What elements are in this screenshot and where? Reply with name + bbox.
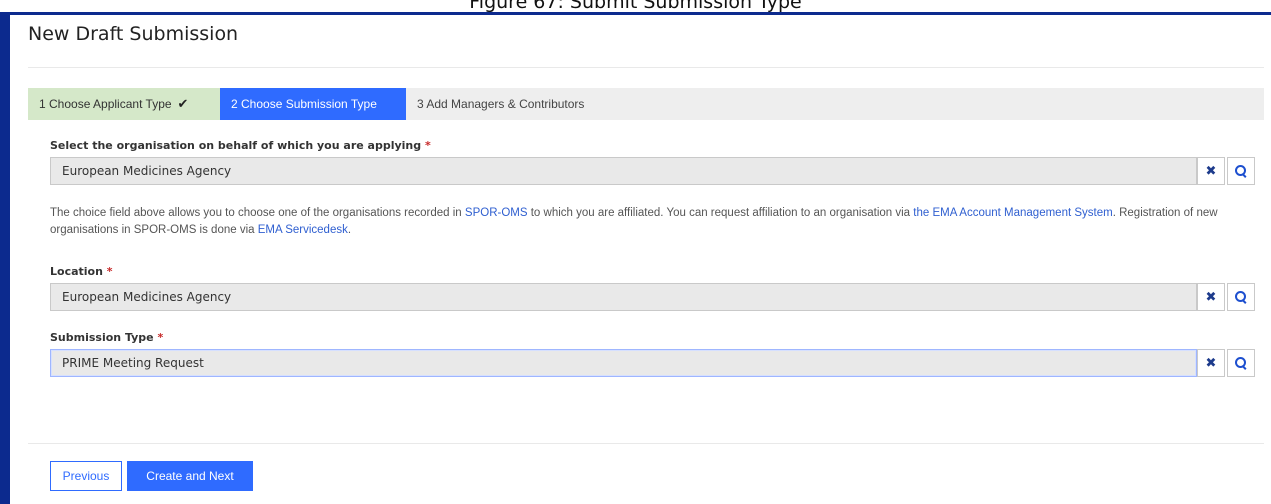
location-clear-button[interactable]: ✖ bbox=[1197, 283, 1225, 311]
search-icon bbox=[1235, 357, 1247, 369]
organisation-select-row: European Medicines Agency ✖ bbox=[50, 157, 1255, 185]
submission-type-select[interactable]: PRIME Meeting Request bbox=[50, 349, 1197, 377]
organisation-label: Select the organisation on behalf of whi… bbox=[50, 139, 431, 152]
step-choose-applicant-type[interactable]: 1 Choose Applicant Type ✔ bbox=[28, 88, 220, 120]
search-icon bbox=[1235, 165, 1247, 177]
location-search-button[interactable] bbox=[1227, 283, 1255, 311]
location-select[interactable]: European Medicines Agency bbox=[50, 283, 1197, 311]
ema-servicedesk-link[interactable]: EMA Servicedesk bbox=[258, 224, 348, 236]
submission-type-search-button[interactable] bbox=[1227, 349, 1255, 377]
ema-account-management-link[interactable]: the EMA Account Management System bbox=[913, 207, 1112, 219]
submission-type-select-row: PRIME Meeting Request ✖ bbox=[50, 349, 1255, 377]
clear-icon: ✖ bbox=[1205, 355, 1217, 371]
location-label: Location * bbox=[50, 265, 113, 278]
step-label: 3 Add Managers & Contributors bbox=[417, 97, 585, 111]
submission-panel: New Draft Submission 1 Choose Applicant … bbox=[10, 15, 1271, 504]
footer-divider bbox=[28, 443, 1264, 444]
search-icon bbox=[1235, 291, 1247, 303]
organisation-select[interactable]: European Medicines Agency bbox=[50, 157, 1197, 185]
window-frame-left bbox=[0, 12, 10, 504]
organisation-clear-button[interactable]: ✖ bbox=[1197, 157, 1225, 185]
step-label: 1 Choose Applicant Type bbox=[39, 97, 172, 111]
location-select-row: European Medicines Agency ✖ bbox=[50, 283, 1255, 311]
clear-icon: ✖ bbox=[1205, 289, 1217, 305]
spor-oms-link[interactable]: SPOR-OMS bbox=[465, 207, 528, 219]
page-title: New Draft Submission bbox=[28, 23, 239, 45]
step-choose-submission-type[interactable]: 2 Choose Submission Type bbox=[220, 88, 406, 120]
organisation-help-text: The choice field above allows you to cho… bbox=[50, 207, 1218, 236]
figure-caption: Figure 67: Submit Submission Type bbox=[0, 0, 1271, 12]
figure-caption-text: Figure 67: Submit Submission Type bbox=[469, 0, 802, 12]
step-label: 2 Choose Submission Type bbox=[231, 97, 377, 111]
submission-type-label: Submission Type * bbox=[50, 331, 164, 344]
step-add-managers-contributors[interactable]: 3 Add Managers & Contributors bbox=[406, 88, 595, 120]
clear-icon: ✖ bbox=[1205, 163, 1217, 179]
wizard-steps: 1 Choose Applicant Type ✔ 2 Choose Submi… bbox=[28, 88, 1264, 120]
previous-button[interactable]: Previous bbox=[50, 461, 122, 491]
required-mark: * bbox=[106, 265, 113, 278]
required-mark: * bbox=[157, 331, 164, 344]
organisation-search-button[interactable] bbox=[1227, 157, 1255, 185]
required-mark: * bbox=[424, 139, 431, 152]
create-and-next-button[interactable]: Create and Next bbox=[127, 461, 253, 491]
submission-type-clear-button[interactable]: ✖ bbox=[1197, 349, 1225, 377]
check-icon: ✔ bbox=[177, 96, 189, 111]
title-divider bbox=[28, 67, 1264, 68]
